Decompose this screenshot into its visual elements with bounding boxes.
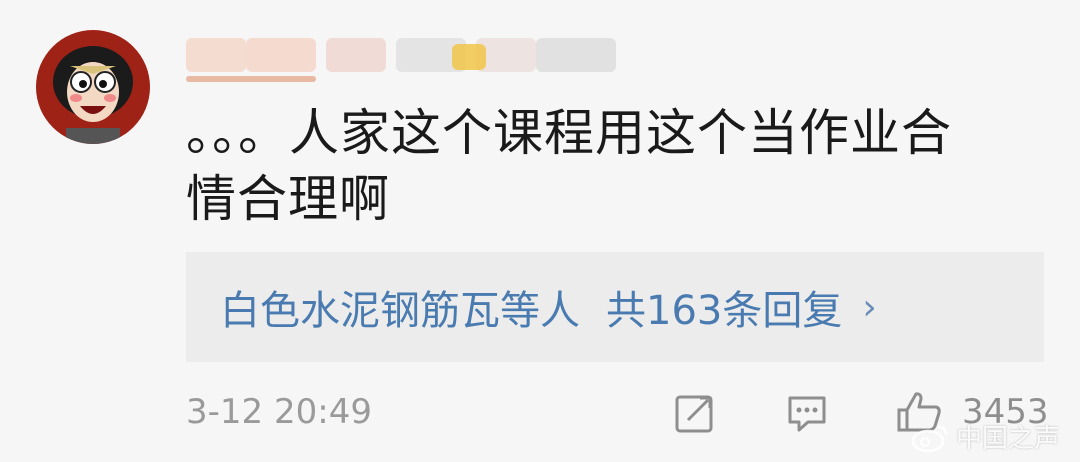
reply-names: 白色水泥钢筋瓦等人	[220, 288, 580, 334]
replies-link[interactable]: 白色水泥钢筋瓦等人 共163条回复 ›	[186, 252, 1044, 362]
avatar-image	[36, 30, 150, 144]
watermark-text: 中国之声	[956, 424, 1061, 454]
weibo-logo-icon	[911, 425, 948, 452]
reply-count: 共163条回复	[606, 288, 843, 334]
timestamp: 3-12 20:49	[186, 392, 372, 432]
chevron-right-icon: ›	[862, 286, 877, 328]
avatar[interactable]	[36, 30, 150, 144]
share-icon[interactable]	[674, 392, 716, 434]
vip-badge-icon	[452, 44, 486, 70]
comment-line-1: 。。。人家这个课程用这个当作业合	[186, 104, 952, 162]
comment-line-2: 情合理啊	[186, 170, 390, 228]
comment-icon[interactable]	[786, 392, 828, 434]
comment-text: 。。。人家这个课程用这个当作业合 情合理啊	[186, 100, 1036, 232]
username-blurred[interactable]	[186, 28, 616, 82]
watermark: 中国之声	[910, 418, 1060, 455]
